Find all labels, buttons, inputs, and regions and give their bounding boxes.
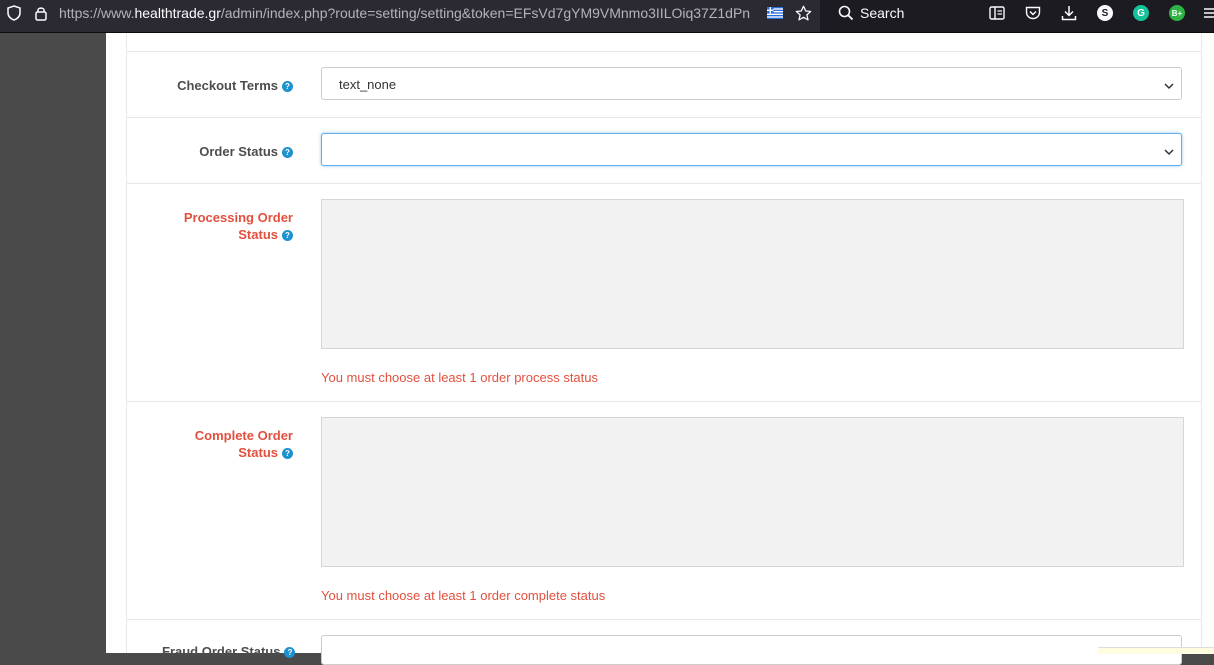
processing-order-status-label: Processing Order Status? [133,209,293,243]
browser-toolbar: https://www.healthtrade.gr/admin/index.p… [0,0,1214,33]
url-path: /admin/index.php?route=setting/setting&t… [220,5,751,21]
help-icon[interactable]: ? [282,147,293,158]
shield-icon[interactable] [6,4,22,22]
processing-order-status-list[interactable] [321,199,1184,349]
checkout-terms-label: Checkout Terms? [133,77,293,94]
lock-icon[interactable] [33,4,49,22]
checkout-terms-label-text: Checkout Terms [177,78,278,93]
grammarly-icon[interactable]: G [1133,5,1149,21]
fraud-order-status-label-text: Fraud Order Status [162,644,281,659]
processing-order-status-label-line1: Processing Order [183,210,293,225]
search-label: Search [860,5,905,21]
url-host: healthtrade.gr [134,5,221,21]
form-row-processing-order-status: Processing Order Status? You must choose… [127,184,1201,402]
processing-order-status-error: You must choose at least 1 order process… [321,370,599,385]
search-box[interactable]: Search [829,0,967,28]
complete-order-status-label-line2: Status [238,445,278,460]
search-icon [837,4,855,22]
form-row-complete-order-status: Complete Order Status? You must choose a… [127,402,1201,620]
complete-order-status-list[interactable] [321,417,1184,567]
help-icon[interactable]: ? [282,81,293,92]
download-icon[interactable] [1060,4,1078,22]
settings-form: Checkout Terms? text_none Order Status? … [126,33,1202,665]
form-row-previous [127,33,1201,52]
complete-order-status-label: Complete Order Status? [133,427,293,461]
chevron-down-icon [1163,145,1175,157]
extension-s-icon[interactable]: S [1097,5,1113,21]
chevron-down-icon [1163,79,1175,91]
complete-order-status-label-line1: Complete Order [194,428,293,443]
order-status-label-text: Order Status [199,144,278,159]
form-row-checkout-terms: Checkout Terms? text_none [127,52,1201,118]
checkout-terms-select[interactable]: text_none [321,67,1182,100]
order-status-select[interactable] [321,133,1182,166]
complete-order-status-error: You must choose at least 1 order complet… [321,588,606,603]
menu-icon[interactable] [1204,6,1214,20]
processing-order-status-label-line2: Status [238,227,278,242]
greek-flag-icon[interactable] [767,6,783,19]
reader-view-icon[interactable] [988,5,1006,21]
url-prefix: https://www. [59,5,135,21]
help-icon[interactable]: ? [282,230,293,241]
fraud-order-status-label: Fraud Order Status? [162,644,296,659]
pocket-icon[interactable] [1024,5,1042,21]
checkout-terms-value: text_none [339,77,397,92]
fraud-order-status-select[interactable] [321,635,1182,665]
order-status-label: Order Status? [133,143,293,160]
form-row-order-status: Order Status? [127,118,1201,184]
address-bar[interactable]: https://www.healthtrade.gr/admin/index.p… [0,0,820,32]
extension-bplus-icon[interactable]: B+ [1169,5,1185,21]
bookmark-star-icon[interactable] [794,4,812,22]
page-panel: Checkout Terms? text_none Order Status? … [106,33,1214,665]
help-icon[interactable]: ? [282,448,293,459]
url-text[interactable]: https://www.healthtrade.gr/admin/index.p… [59,0,759,28]
